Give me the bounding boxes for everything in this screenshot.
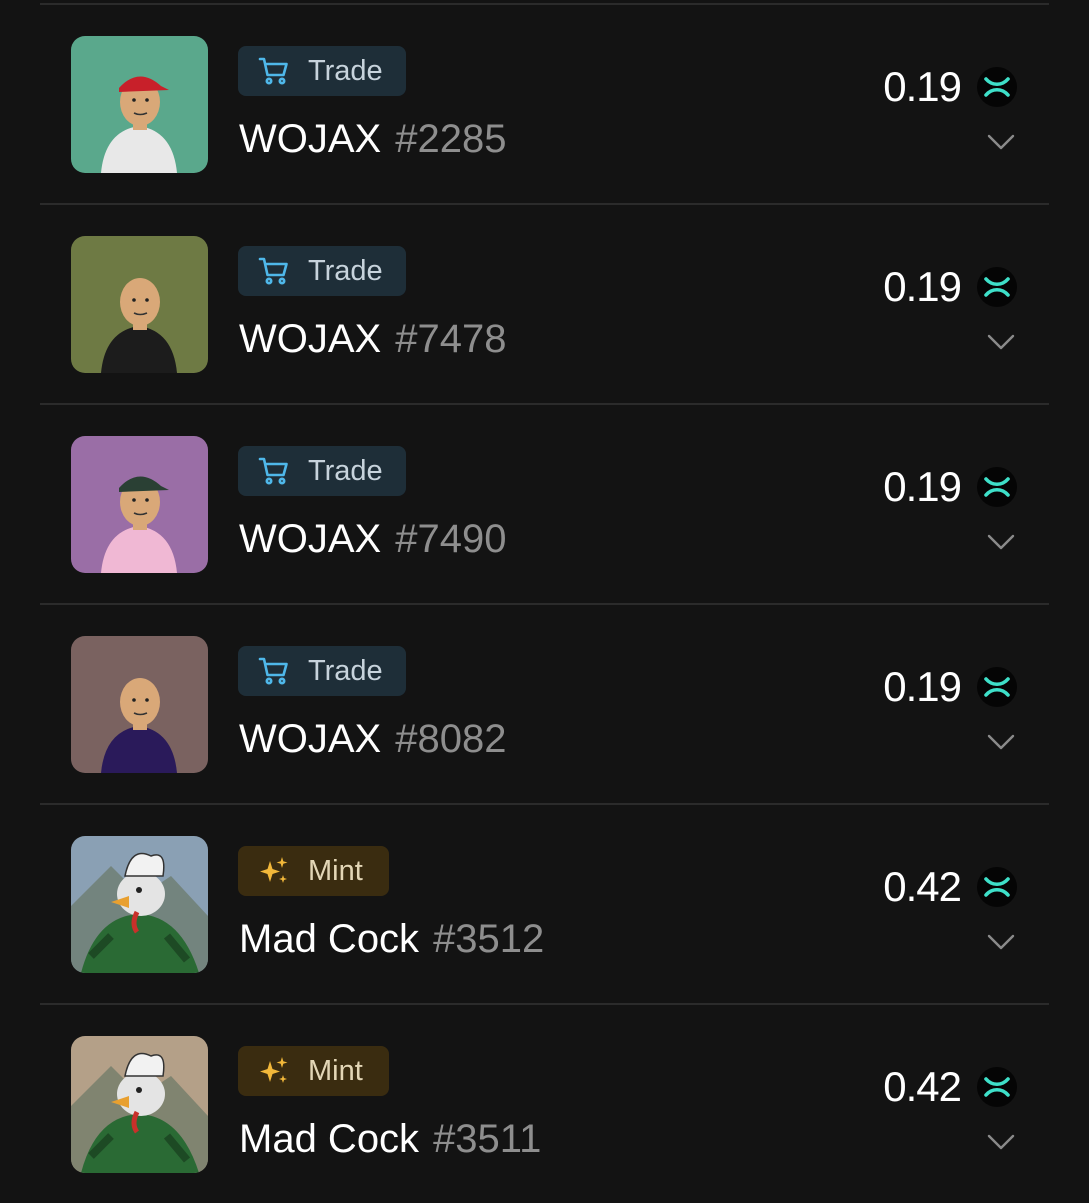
price: 0.19	[883, 63, 1017, 111]
token-number: #7478	[395, 317, 507, 361]
token-number: #3512	[433, 917, 545, 961]
xrp-icon	[977, 67, 1017, 107]
price: 0.42	[883, 863, 1017, 911]
list-item[interactable]: Trade WOJAX #2285 0.19	[40, 3, 1049, 203]
nft-thumbnail[interactable]	[71, 1036, 208, 1173]
list-item[interactable]: Trade WOJAX #7490 0.19	[40, 403, 1049, 603]
nft-thumbnail[interactable]	[71, 236, 208, 373]
chevron-down-icon[interactable]	[986, 133, 1016, 151]
list-item[interactable]: Trade WOJAX #8082 0.19	[40, 603, 1049, 803]
collection-name: WOJAX	[239, 117, 382, 161]
nft-thumbnail[interactable]	[71, 436, 208, 573]
badge-label: Trade	[308, 54, 383, 87]
price: 0.19	[883, 663, 1017, 711]
token-number: #7490	[395, 517, 507, 561]
nft-thumbnail[interactable]	[71, 836, 208, 973]
nft-thumbnail[interactable]	[71, 36, 208, 173]
price-value: 0.19	[883, 263, 962, 310]
cart-icon	[258, 255, 290, 287]
cart-icon	[258, 55, 290, 87]
badge-label: Mint	[308, 1054, 363, 1087]
mint-badge: Mint	[238, 1046, 389, 1096]
cart-icon	[258, 655, 290, 687]
chevron-down-icon[interactable]	[986, 533, 1016, 551]
trade-badge: Trade	[238, 446, 406, 496]
xrp-icon	[977, 1067, 1017, 1107]
collection-name: WOJAX	[239, 317, 382, 361]
nft-title[interactable]: WOJAX #7490	[239, 515, 506, 563]
nft-title[interactable]: WOJAX #7478	[239, 315, 506, 363]
price: 0.42	[883, 1063, 1017, 1111]
mint-badge: Mint	[238, 846, 389, 896]
xrp-icon	[977, 467, 1017, 507]
xrp-icon	[977, 867, 1017, 907]
sparkle-icon	[258, 855, 290, 887]
token-number: #8082	[395, 717, 507, 761]
trade-badge: Trade	[238, 646, 406, 696]
chevron-down-icon[interactable]	[986, 333, 1016, 351]
collection-name: Mad Cock	[239, 917, 420, 961]
trade-badge: Trade	[238, 246, 406, 296]
nft-title[interactable]: WOJAX #2285	[239, 115, 506, 163]
nft-title[interactable]: Mad Cock #3512	[239, 915, 544, 963]
list-item[interactable]: Trade WOJAX #7478 0.19	[40, 203, 1049, 403]
price-value: 0.42	[883, 863, 962, 910]
trade-badge: Trade	[238, 46, 406, 96]
collection-name: WOJAX	[239, 717, 382, 761]
badge-label: Trade	[308, 254, 383, 287]
badge-label: Mint	[308, 854, 363, 887]
nft-list: Trade WOJAX #2285 0.19 Trade WOJAX #7478 0.19 Tr…	[40, 0, 1049, 1203]
chevron-down-icon[interactable]	[986, 1133, 1016, 1151]
sparkle-icon	[258, 1055, 290, 1087]
price-value: 0.42	[883, 1063, 962, 1110]
chevron-down-icon[interactable]	[986, 733, 1016, 751]
price: 0.19	[883, 263, 1017, 311]
xrp-icon	[977, 667, 1017, 707]
collection-name: WOJAX	[239, 517, 382, 561]
nft-title[interactable]: WOJAX #8082	[239, 715, 506, 763]
collection-name: Mad Cock	[239, 1117, 420, 1161]
xrp-icon	[977, 267, 1017, 307]
nft-title[interactable]: Mad Cock #3511	[239, 1115, 541, 1163]
token-number: #2285	[395, 117, 507, 161]
price-value: 0.19	[883, 663, 962, 710]
cart-icon	[258, 455, 290, 487]
badge-label: Trade	[308, 454, 383, 487]
nft-thumbnail[interactable]	[71, 636, 208, 773]
chevron-down-icon[interactable]	[986, 933, 1016, 951]
list-item[interactable]: Mint Mad Cock #3511 0.42	[40, 1003, 1049, 1203]
badge-label: Trade	[308, 654, 383, 687]
list-item[interactable]: Mint Mad Cock #3512 0.42	[40, 803, 1049, 1003]
price-value: 0.19	[883, 463, 962, 510]
price: 0.19	[883, 463, 1017, 511]
price-value: 0.19	[883, 63, 962, 110]
token-number: #3511	[433, 1117, 542, 1161]
